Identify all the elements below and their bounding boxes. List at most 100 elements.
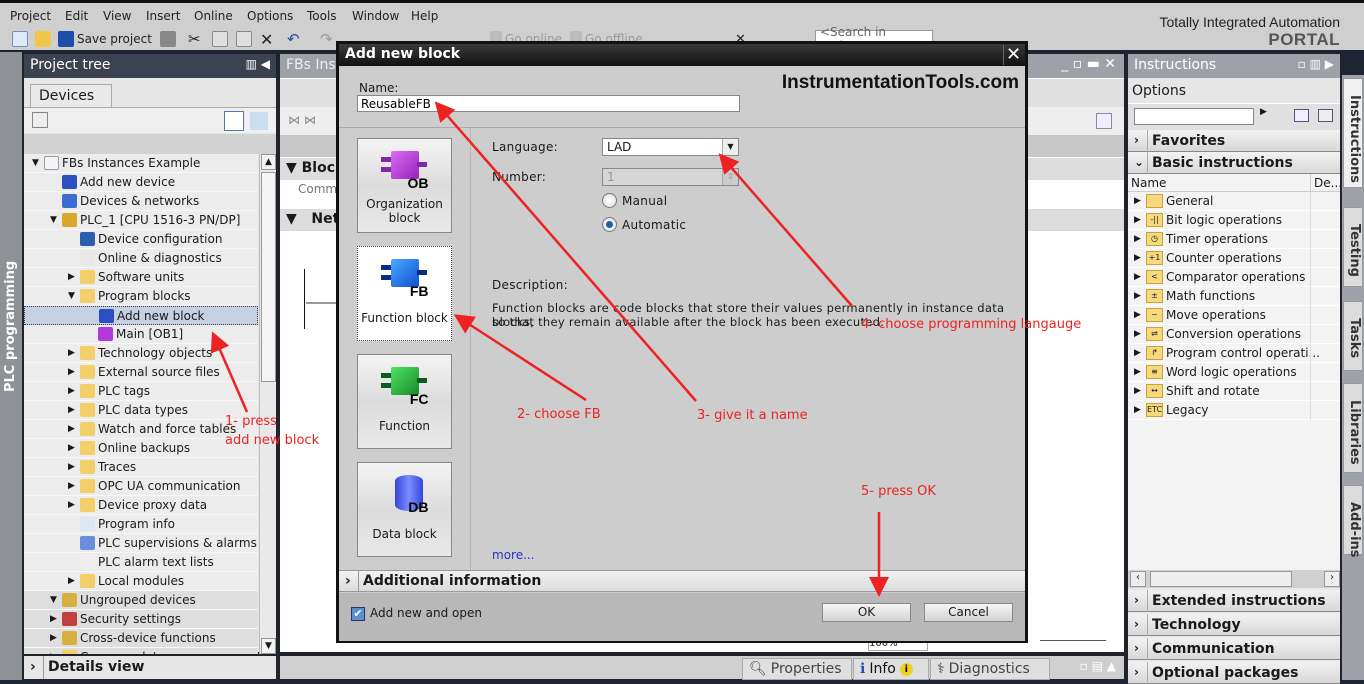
menu-online[interactable]: Online bbox=[194, 9, 233, 23]
expand-right-icon[interactable]: ▶ bbox=[1134, 367, 1141, 377]
organization-block-button[interactable]: OB Organization block bbox=[357, 138, 452, 233]
scroll-left-button[interactable]: ‹ bbox=[1130, 571, 1146, 587]
tree-item[interactable]: ▶ PLC tags bbox=[24, 382, 258, 401]
open-project-button[interactable] bbox=[35, 30, 51, 48]
spinner-icon[interactable]: ⇕ bbox=[722, 169, 738, 185]
menu-edit[interactable]: Edit bbox=[65, 9, 88, 23]
scroll-right-button[interactable]: › bbox=[1324, 571, 1340, 587]
ok-button[interactable]: OK bbox=[822, 603, 911, 622]
instruction-folder[interactable]: ▶ ± Math functions bbox=[1128, 287, 1340, 306]
tree-item[interactable]: PLC supervisions & alarms bbox=[24, 534, 258, 553]
collapse-panel-button[interactable]: ▥ ◀ bbox=[246, 57, 270, 71]
tree-item[interactable]: ▶ Device proxy data bbox=[24, 496, 258, 515]
instruction-folder[interactable]: ▶ General bbox=[1128, 192, 1340, 211]
function-button[interactable]: FC Function bbox=[357, 354, 452, 449]
menu-insert[interactable]: Insert bbox=[146, 9, 180, 23]
scroll-thumb[interactable] bbox=[261, 172, 276, 382]
extended-instructions-section[interactable]: › Extended instructions bbox=[1128, 590, 1340, 612]
zoom-slider[interactable] bbox=[1040, 640, 1106, 641]
column-description[interactable]: De... bbox=[1314, 176, 1342, 190]
view-mode-icon[interactable] bbox=[1294, 109, 1309, 122]
panel-controls[interactable]: ▫ ▤ ▲ bbox=[1080, 659, 1116, 673]
testing-side-tab[interactable]: Testing bbox=[1343, 207, 1363, 287]
menu-project[interactable]: Project bbox=[10, 9, 51, 23]
menu-tools[interactable]: Tools bbox=[307, 9, 337, 23]
instruction-search-input[interactable] bbox=[1134, 108, 1254, 125]
optional-packages-section[interactable]: › Optional packages bbox=[1128, 662, 1340, 684]
expand-right-icon[interactable]: ▶ bbox=[1134, 253, 1141, 263]
instruction-folder[interactable]: ▶ -|| Bit logic operations bbox=[1128, 211, 1340, 230]
tree-item[interactable]: ▶ Common data bbox=[24, 648, 258, 654]
language-select[interactable]: LAD ▼ bbox=[602, 138, 739, 156]
instruction-folder[interactable]: ▶ ~ Move operations bbox=[1128, 306, 1340, 325]
expand-down-icon[interactable]: ▼ bbox=[68, 291, 75, 301]
expand-right-icon[interactable]: ▶ bbox=[1134, 329, 1141, 339]
tree-item[interactable]: Online & diagnostics bbox=[24, 249, 258, 268]
tree-item[interactable]: Devices & networks bbox=[24, 192, 258, 211]
more-link[interactable]: more... bbox=[492, 548, 535, 562]
tree-item[interactable]: ▶ Watch and force tables bbox=[24, 420, 258, 439]
tree-item[interactable]: ▼ Program blocks bbox=[24, 287, 258, 306]
tree-item[interactable]: Add new block bbox=[24, 306, 258, 325]
expand-right-icon[interactable]: ▶ bbox=[1134, 215, 1141, 225]
technology-section[interactable]: › Technology bbox=[1128, 614, 1340, 636]
tree-item[interactable]: ▶ Security settings bbox=[24, 610, 258, 629]
instructions-panel-controls[interactable]: ▫ ▥ ▶ bbox=[1298, 57, 1334, 71]
add-ins-side-tab[interactable]: Add-ins bbox=[1343, 485, 1363, 558]
instruction-folder[interactable]: ▶ +1 Counter operations bbox=[1128, 249, 1340, 268]
expand-right-icon[interactable]: ▶ bbox=[68, 500, 75, 510]
tree-item[interactable]: PLC alarm text lists bbox=[24, 553, 258, 572]
tree-item[interactable]: ▶ Cross-device functions bbox=[24, 629, 258, 648]
expand-right-icon[interactable]: ▶ bbox=[50, 614, 57, 624]
list-view-icon[interactable] bbox=[1318, 109, 1333, 122]
export-icon[interactable] bbox=[250, 112, 268, 130]
expand-down-icon[interactable]: ▼ bbox=[50, 215, 57, 225]
expand-right-icon[interactable]: ▶ bbox=[50, 633, 57, 643]
window-controls[interactable]: _ ▫ ▬ ✕ bbox=[1061, 56, 1116, 72]
info-tab[interactable]: ℹ Info i bbox=[853, 658, 929, 680]
overview-icon[interactable] bbox=[224, 111, 244, 131]
scroll-up-button[interactable]: ▲ bbox=[261, 154, 276, 170]
hscroll-thumb[interactable] bbox=[1150, 571, 1292, 587]
expand-right-icon[interactable]: ▶ bbox=[1134, 386, 1141, 396]
instruction-folder[interactable]: ▶ < Comparator operations bbox=[1128, 268, 1340, 287]
function-block-button[interactable]: FB Function block bbox=[357, 246, 452, 341]
diagnostics-tab[interactable]: ⚕ Diagnostics bbox=[930, 658, 1050, 680]
expand-right-icon[interactable]: ▶ bbox=[68, 386, 75, 396]
instruction-folder[interactable]: ▶ ↔ Shift and rotate bbox=[1128, 382, 1340, 401]
dialog-close-button[interactable]: ✕ bbox=[1003, 45, 1023, 65]
number-spinner[interactable]: 1 ⇕ bbox=[602, 168, 739, 186]
block-interface-icon[interactable] bbox=[1096, 113, 1112, 129]
expand-right-icon[interactable]: ▶ bbox=[1134, 291, 1141, 301]
new-project-button[interactable] bbox=[12, 30, 28, 48]
tree-item[interactable]: Program info bbox=[24, 515, 258, 534]
expand-right-icon[interactable]: ▶ bbox=[68, 481, 75, 491]
details-view-section[interactable]: › Details view bbox=[23, 655, 277, 680]
insert-network-icon[interactable]: ⋈ ⋈ bbox=[288, 113, 316, 127]
expand-right-icon[interactable]: ▶ bbox=[1134, 310, 1141, 320]
expand-down-icon[interactable]: ▼ bbox=[32, 158, 39, 168]
instructions-side-tab[interactable]: Instructions bbox=[1343, 78, 1363, 188]
additional-information-section[interactable]: › Additional information bbox=[339, 570, 1025, 592]
undo-button[interactable]: ↶ bbox=[287, 30, 300, 48]
expand-right-icon[interactable]: ▶ bbox=[68, 272, 75, 282]
expand-right-icon[interactable]: ▶ bbox=[68, 576, 75, 586]
expand-right-icon[interactable]: ▶ bbox=[1134, 405, 1141, 415]
print-button[interactable] bbox=[160, 30, 176, 48]
favorites-section[interactable]: › Favorites bbox=[1128, 130, 1340, 152]
communication-section[interactable]: › Communication bbox=[1128, 638, 1340, 660]
expand-right-icon[interactable]: ▶ bbox=[1134, 348, 1141, 358]
search-arrow-icon[interactable]: ▶ bbox=[1260, 107, 1267, 117]
tree-item[interactable]: ▶ PLC data types bbox=[24, 401, 258, 420]
plc-programming-tab[interactable]: PLC programming bbox=[0, 52, 22, 680]
tree-item[interactable]: ▶ Online backups bbox=[24, 439, 258, 458]
instructions-hscrollbar[interactable]: ‹ › bbox=[1128, 570, 1340, 588]
menu-window[interactable]: Window bbox=[352, 9, 399, 23]
expand-down-icon[interactable]: ▼ bbox=[50, 595, 57, 605]
tree-item[interactable]: ▶ External source files bbox=[24, 363, 258, 382]
tree-scrollbar[interactable]: ▲ ▼ bbox=[259, 154, 276, 654]
instruction-folder[interactable]: ▶ ⇌ Conversion operations bbox=[1128, 325, 1340, 344]
block-name-input[interactable] bbox=[357, 95, 740, 112]
expand-right-icon[interactable]: ▶ bbox=[68, 443, 75, 453]
menu-view[interactable]: View bbox=[103, 9, 131, 23]
